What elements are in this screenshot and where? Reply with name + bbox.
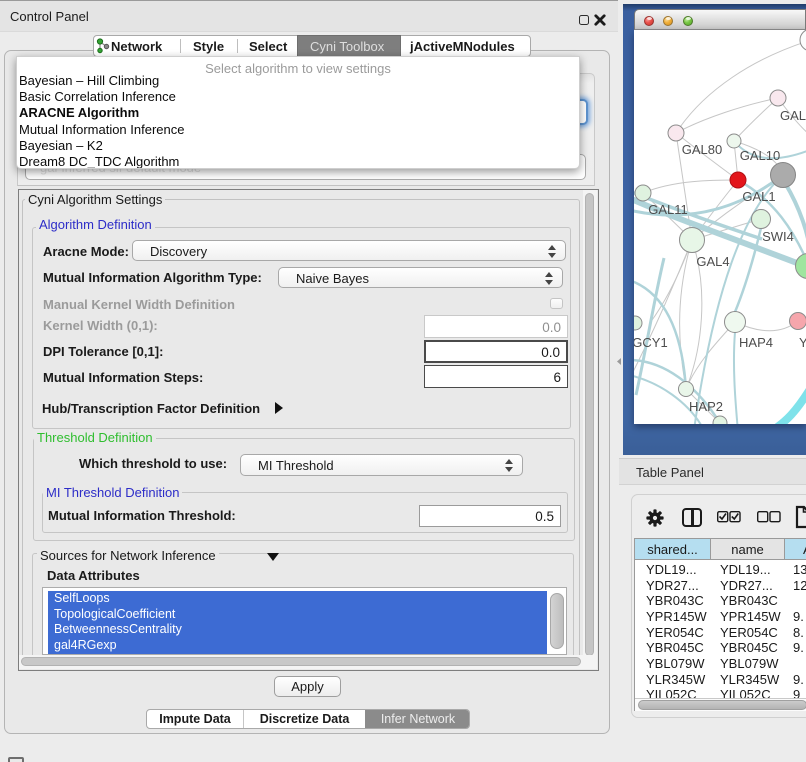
- svg-text:SWI4: SWI4: [762, 229, 794, 244]
- svg-text:GCY1: GCY1: [634, 335, 668, 350]
- svg-text:YM: YM: [799, 335, 806, 350]
- svg-text:HAP4: HAP4: [739, 335, 773, 350]
- svg-text:GAL11: GAL11: [648, 202, 688, 217]
- svg-text:GAL1: GAL1: [742, 189, 775, 204]
- svg-text:GAL7: GAL7: [780, 108, 806, 123]
- svg-text:GAL4: GAL4: [696, 254, 729, 269]
- svg-text:GAL80: GAL80: [682, 142, 722, 157]
- svg-text:GAL10: GAL10: [740, 148, 780, 163]
- svg-text:HAP2: HAP2: [689, 399, 723, 414]
